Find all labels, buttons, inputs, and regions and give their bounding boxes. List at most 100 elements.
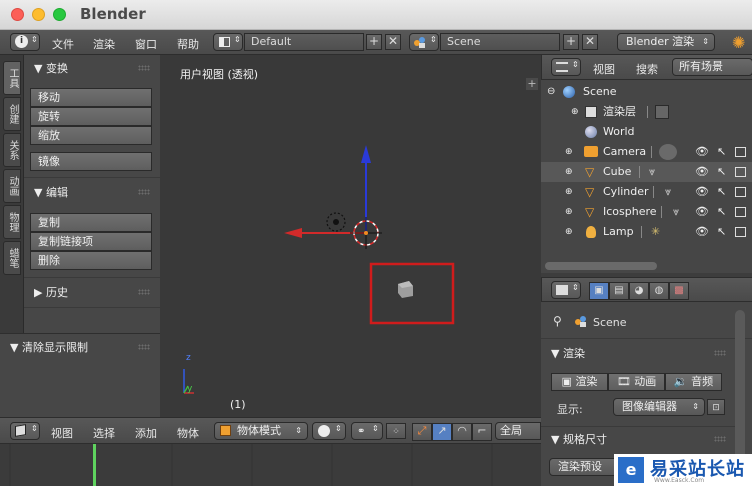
rotate-button[interactable]: 旋转 bbox=[30, 107, 152, 126]
panel-grip[interactable] bbox=[138, 289, 150, 295]
collapse-icon[interactable]: ⊖ bbox=[547, 82, 555, 102]
delete-scene-button[interactable]: ✕ bbox=[582, 34, 598, 50]
renderable-camera-icon[interactable] bbox=[735, 147, 746, 157]
outliner-horizontal-scrollbar[interactable] bbox=[545, 262, 657, 270]
outliner-row-world[interactable]: World bbox=[541, 122, 752, 142]
display-mode-select[interactable]: 图像编辑器 ⇕ bbox=[613, 398, 705, 416]
panel-grip[interactable] bbox=[138, 189, 150, 195]
context-render-layers-button[interactable]: ▤ bbox=[609, 282, 629, 300]
pivot-point-dropdown[interactable]: ⚭ ⇕ bbox=[351, 422, 383, 440]
scene-field[interactable]: Scene bbox=[440, 33, 560, 51]
transform-orientation-dropdown[interactable]: 全局 bbox=[495, 422, 541, 440]
visibility-eye-icon[interactable]: 👁 bbox=[695, 142, 709, 162]
renderable-camera-icon[interactable] bbox=[735, 167, 746, 177]
editor-type-info-button[interactable]: i ⇕ bbox=[10, 33, 40, 51]
selectable-cursor-icon[interactable]: ↖ bbox=[717, 222, 726, 242]
panel-transform-header[interactable]: ▼ 变换 bbox=[34, 60, 68, 76]
panel-grip[interactable] bbox=[714, 350, 726, 356]
context-world-button[interactable]: ◍ bbox=[649, 282, 669, 300]
rotate-manipulator-button[interactable]: ◠ bbox=[452, 423, 472, 441]
mirror-button[interactable]: 镜像 bbox=[30, 152, 152, 171]
visibility-eye-icon[interactable]: 👁 bbox=[695, 202, 709, 222]
menu-view[interactable]: 视图 bbox=[51, 425, 73, 441]
menu-render[interactable]: 渲染 bbox=[93, 36, 115, 52]
viewport-shading-dropdown[interactable]: ⇕ bbox=[312, 422, 346, 440]
tab-tools[interactable]: 工具 bbox=[3, 61, 21, 95]
editor-type-3dview-button[interactable]: ⇕ bbox=[10, 422, 40, 440]
render-animation-button[interactable]: 🎞 动画 bbox=[608, 373, 665, 391]
selectable-cursor-icon[interactable]: ↖ bbox=[717, 162, 726, 182]
panel-clear-limit-header[interactable]: ▼ 清除显示限制 bbox=[10, 339, 88, 355]
visibility-eye-icon[interactable]: 👁 bbox=[695, 222, 709, 242]
outliner-row-cube[interactable]: ⊕ ▽ Cube ⩔ 👁 ↖ bbox=[541, 162, 752, 182]
menu-window[interactable]: 窗口 bbox=[135, 36, 157, 52]
outliner-menu-search[interactable]: 搜索 bbox=[636, 61, 658, 77]
scale-manipulator-button[interactable]: ⌐ bbox=[472, 423, 492, 441]
scale-button[interactable]: 缩放 bbox=[30, 126, 152, 145]
menu-object[interactable]: 物体 bbox=[177, 425, 199, 441]
manipulate-center-points-button[interactable]: ⁘ bbox=[386, 423, 406, 439]
delete-button[interactable]: 删除 bbox=[30, 251, 152, 270]
expand-icon[interactable]: ⊕ bbox=[565, 202, 573, 222]
menu-add[interactable]: 添加 bbox=[135, 425, 157, 441]
expand-icon[interactable]: ⊕ bbox=[565, 182, 573, 202]
display-mode-dropdown[interactable]: 所有场景 bbox=[672, 58, 752, 76]
properties-vertical-scrollbar[interactable] bbox=[735, 310, 745, 478]
expand-icon[interactable]: ⊕ bbox=[565, 142, 573, 162]
delete-layout-button[interactable]: ✕ bbox=[385, 34, 401, 50]
menu-help[interactable]: 帮助 bbox=[177, 36, 199, 52]
visibility-eye-icon[interactable]: 👁 bbox=[695, 182, 709, 202]
outliner-row-camera[interactable]: ⊕ Camera 👁 ↖ bbox=[541, 142, 752, 162]
context-texture-button[interactable]: ▩ bbox=[669, 282, 689, 300]
expand-icon[interactable]: ⊕ bbox=[565, 222, 573, 242]
outliner-row-render-layers[interactable]: ⊕ 渲染层 bbox=[541, 102, 752, 122]
selectable-cursor-icon[interactable]: ↖ bbox=[717, 202, 726, 222]
panel-grip[interactable] bbox=[138, 344, 150, 350]
screen-layout-field[interactable]: Default bbox=[244, 33, 364, 51]
3d-viewport[interactable]: 用户视图 (透视) + z y (1) bbox=[160, 55, 541, 417]
visibility-eye-icon[interactable]: 👁 bbox=[695, 162, 709, 182]
interaction-mode-dropdown[interactable]: 物体模式 ⇕ bbox=[214, 422, 308, 440]
context-render-button[interactable]: ▣ bbox=[589, 282, 609, 300]
expand-icon[interactable]: ⊕ bbox=[571, 102, 579, 122]
outliner-row-icosphere[interactable]: ⊕ ▽ Icosphere ⩔ 👁 ↖ bbox=[541, 202, 752, 222]
add-scene-button[interactable]: + bbox=[563, 34, 579, 50]
outliner-row-scene[interactable]: ⊖ Scene bbox=[541, 82, 752, 102]
render-audio-button[interactable]: 🔉 音频 bbox=[665, 373, 722, 391]
panel-grip[interactable] bbox=[714, 436, 726, 442]
editor-type-outliner-button[interactable]: ⇕ bbox=[551, 58, 581, 76]
move-button[interactable]: 移动 bbox=[30, 88, 152, 107]
timeline-editor[interactable] bbox=[0, 444, 541, 486]
lock-interface-button[interactable]: ⊡ bbox=[707, 399, 725, 415]
screen-layout-browse-button[interactable]: ⇕ bbox=[213, 33, 243, 51]
renderable-camera-icon[interactable] bbox=[735, 187, 746, 197]
editor-type-properties-button[interactable]: ⇕ bbox=[551, 281, 581, 299]
panel-grip[interactable] bbox=[138, 65, 150, 71]
panel-edit-header[interactable]: ▼ 编辑 bbox=[34, 184, 68, 200]
outliner-row-cylinder[interactable]: ⊕ ▽ Cylinder ⩔ 👁 ↖ bbox=[541, 182, 752, 202]
render-engine-dropdown[interactable]: Blender 渲染 ⇕ bbox=[617, 33, 715, 51]
tab-grease-pencil[interactable]: 蜡笔 bbox=[3, 241, 21, 275]
pin-icon[interactable]: ⚲ bbox=[553, 314, 562, 328]
renderable-camera-icon[interactable] bbox=[735, 207, 746, 217]
expand-icon[interactable]: ⊕ bbox=[565, 162, 573, 182]
duplicate-button[interactable]: 复制 bbox=[30, 213, 152, 232]
context-scene-button[interactable]: ◕ bbox=[629, 282, 649, 300]
selectable-cursor-icon[interactable]: ↖ bbox=[717, 182, 726, 202]
zoom-window-button[interactable] bbox=[53, 8, 66, 21]
tab-animation[interactable]: 动画 bbox=[3, 169, 21, 203]
scene-browse-button[interactable]: ⇕ bbox=[409, 33, 439, 51]
renderable-camera-icon[interactable] bbox=[735, 227, 746, 237]
panel-history-header[interactable]: ▶ 历史 bbox=[34, 284, 68, 300]
outliner-menu-view[interactable]: 视图 bbox=[593, 61, 615, 77]
transform-manipulators-toggle[interactable]: ⤢ bbox=[412, 423, 432, 441]
menu-select[interactable]: 选择 bbox=[93, 425, 115, 441]
menu-file[interactable]: 文件 bbox=[52, 36, 74, 52]
close-window-button[interactable] bbox=[11, 8, 24, 21]
panel-dimensions-header[interactable]: ▼ 规格尺寸 bbox=[551, 431, 607, 447]
tab-physics[interactable]: 物理 bbox=[3, 205, 21, 239]
add-layout-button[interactable]: + bbox=[366, 34, 382, 50]
duplicate-linked-button[interactable]: 复制链接项 bbox=[30, 232, 152, 251]
panel-render-header[interactable]: ▼ 渲染 bbox=[551, 345, 585, 361]
render-image-button[interactable]: ▣ 渲染 bbox=[551, 373, 608, 391]
